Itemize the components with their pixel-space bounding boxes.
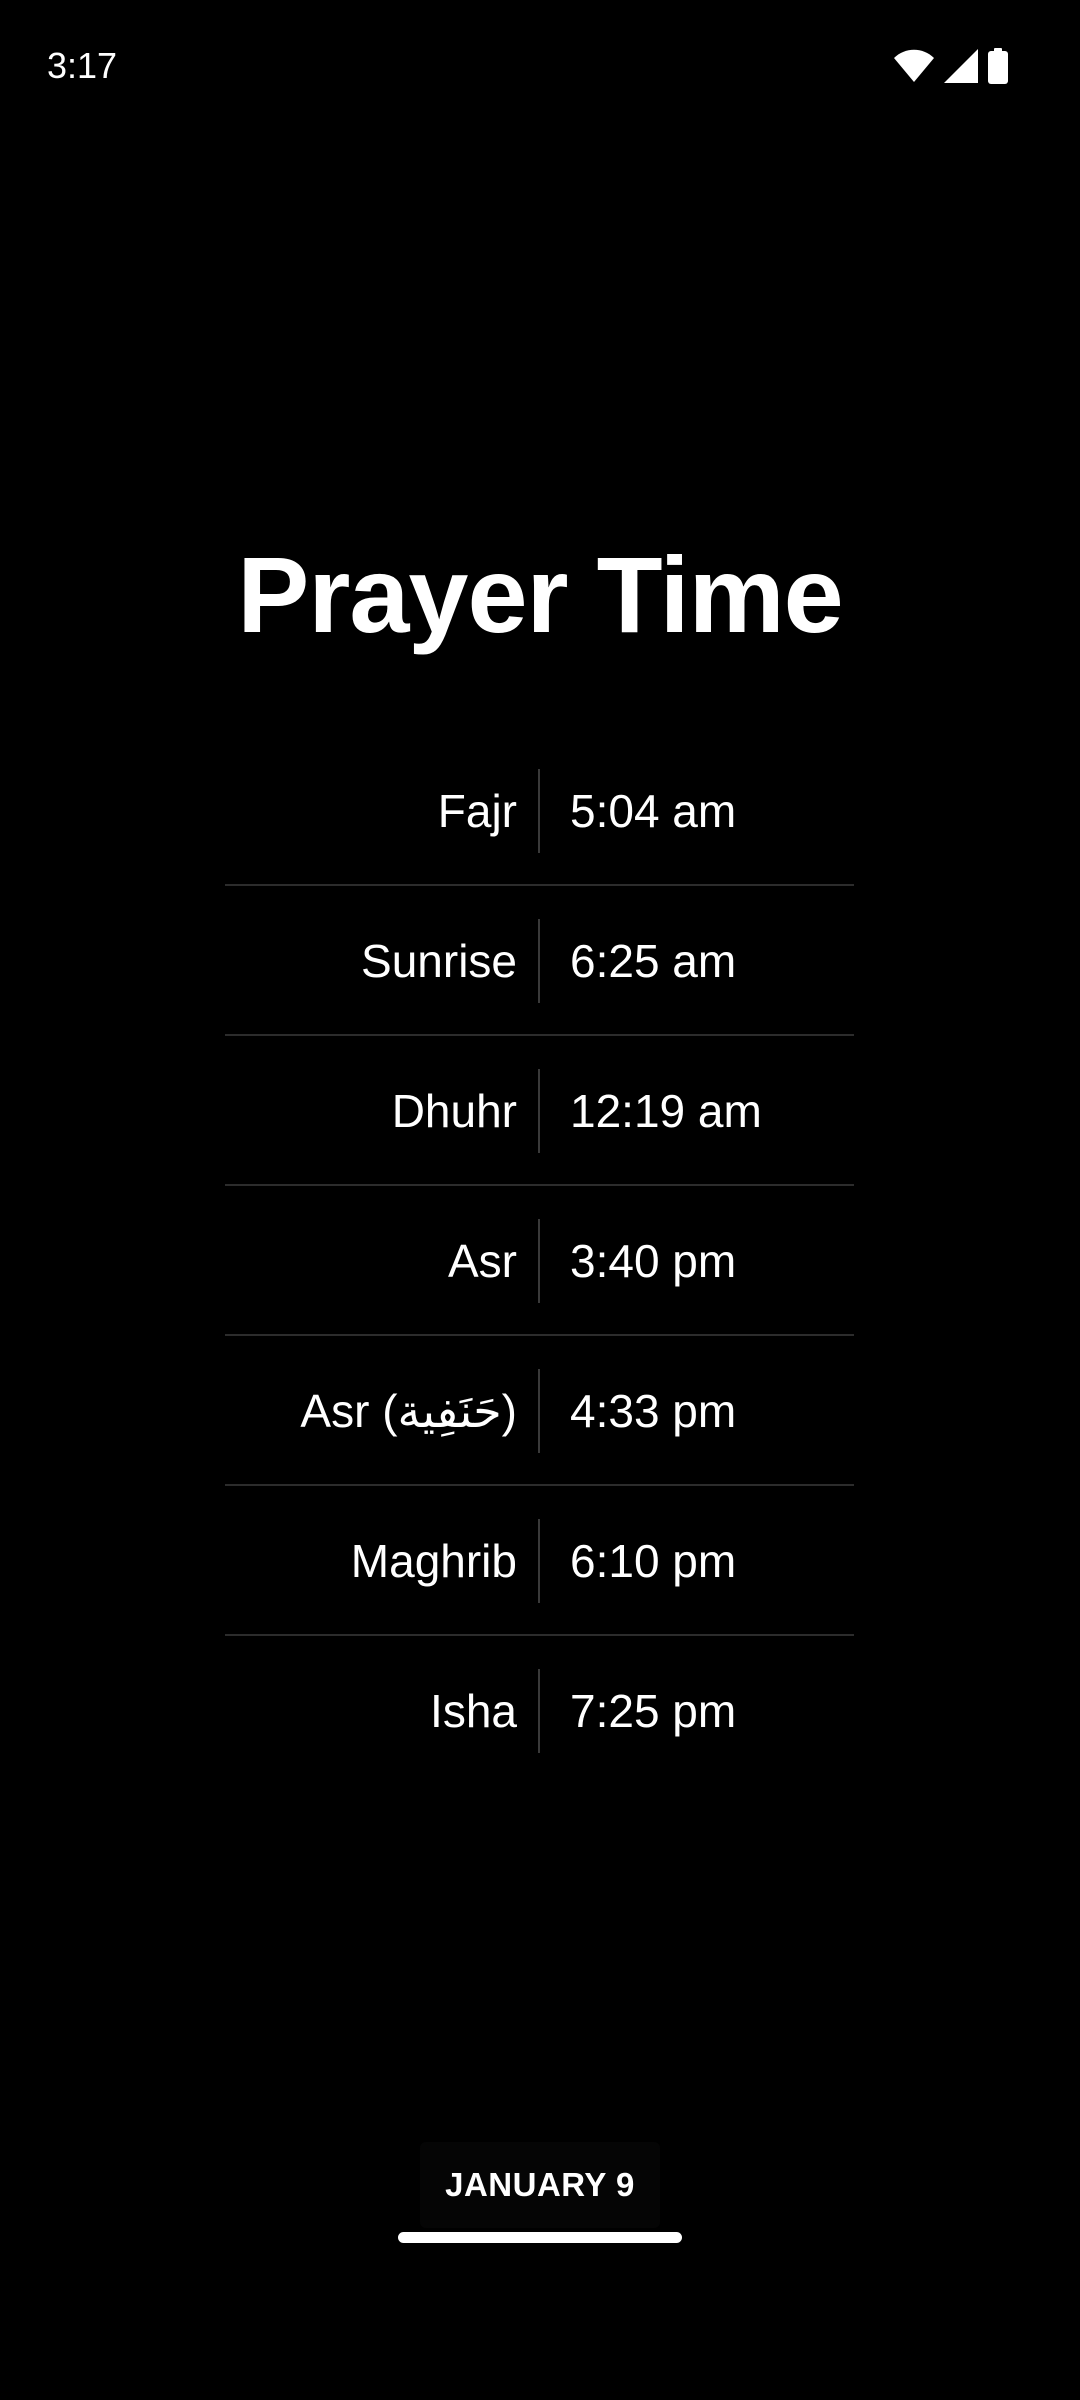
column-divider (538, 1069, 540, 1153)
prayer-time: 3:40 pm (570, 1235, 737, 1287)
prayer-name: Dhuhr (391, 1085, 517, 1137)
prayer-time: 6:10 pm (570, 1535, 737, 1587)
prayer-row-isha: Isha 7:25 pm (225, 1636, 854, 1786)
prayer-row-fajr: Fajr 5:04 am (225, 736, 854, 886)
status-icons (894, 46, 1008, 86)
date-button[interactable]: JANUARY 9 (420, 2142, 660, 2228)
page-title: Prayer Time (237, 534, 843, 655)
prayer-name: Sunrise (361, 935, 517, 987)
column-divider (538, 1519, 540, 1603)
prayer-time: 6:25 am (570, 935, 737, 987)
prayer-name: Asr (حَنَفِية) (300, 1385, 517, 1437)
prayer-time: 4:33 pm (570, 1385, 737, 1437)
cellular-signal-icon (944, 49, 978, 83)
column-divider (538, 919, 540, 1003)
column-divider (538, 769, 540, 853)
battery-icon (988, 48, 1008, 84)
prayer-name: Isha (430, 1685, 517, 1737)
prayer-name: Asr (448, 1235, 517, 1287)
column-divider (538, 1669, 540, 1753)
prayer-time: 12:19 am (570, 1085, 762, 1137)
prayer-name: Maghrib (350, 1535, 517, 1587)
prayer-time: 5:04 am (570, 785, 737, 837)
status-time: 3:17 (47, 45, 118, 86)
prayer-row-sunrise: Sunrise 6:25 am (225, 886, 854, 1036)
column-divider (538, 1369, 540, 1453)
prayer-times-table: Fajr 5:04 am Sunrise 6:25 am Dhuhr 12:19… (225, 736, 854, 1786)
home-gesture-bar[interactable] (398, 2232, 682, 2243)
prayer-row-asr-hanafi: Asr (حَنَفِية) 4:33 pm (225, 1336, 854, 1486)
status-bar: 3:17 (0, 0, 1080, 130)
prayer-time: 7:25 pm (570, 1685, 737, 1737)
prayer-row-dhuhr: Dhuhr 12:19 am (225, 1036, 854, 1186)
wifi-icon (894, 49, 934, 83)
prayer-row-maghrib: Maghrib 6:10 pm (225, 1486, 854, 1636)
prayer-name: Fajr (437, 785, 517, 837)
column-divider (538, 1219, 540, 1303)
prayer-row-asr: Asr 3:40 pm (225, 1186, 854, 1336)
